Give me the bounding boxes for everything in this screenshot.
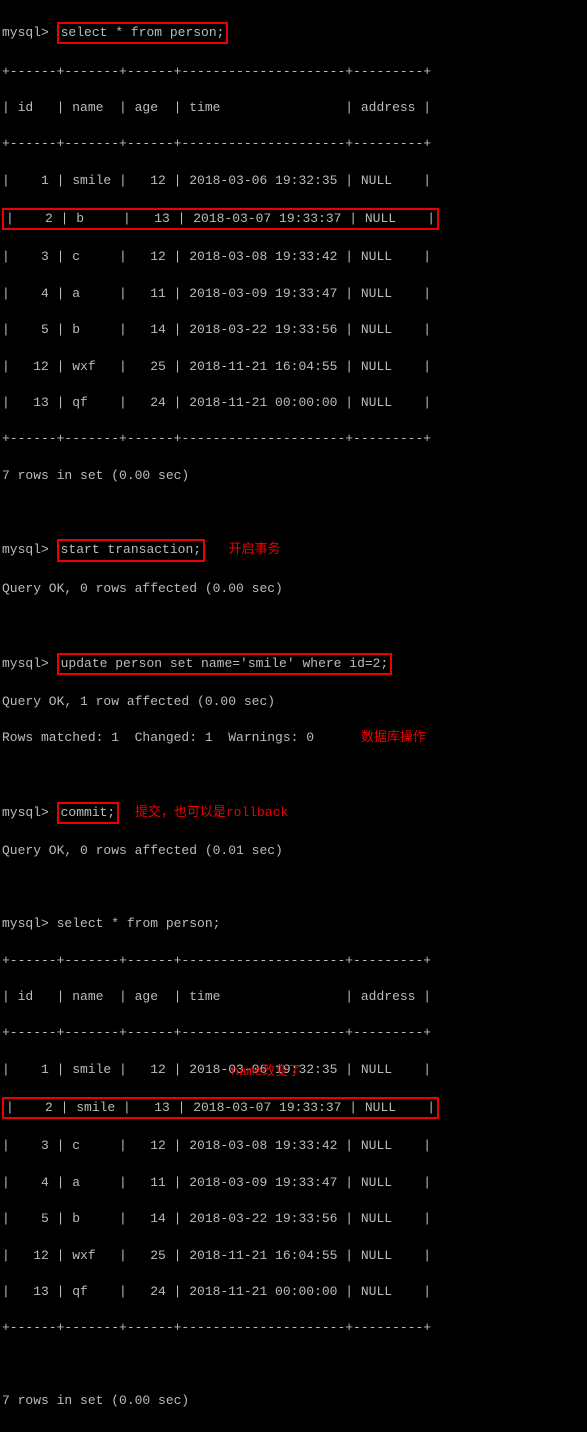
commit-command: commit; — [57, 802, 120, 824]
table-row: | 13 | qf | 24 | 2018-11-21 00:00:00 | N… — [2, 394, 585, 412]
highlighted-row: | 2 | b | 13 | 2018-03-07 19:33:37 | NUL… — [2, 208, 439, 230]
mysql-prompt: mysql> — [2, 542, 49, 557]
table-row: | 3 | c | 12 | 2018-03-08 19:33:42 | NUL… — [2, 248, 585, 266]
table-border: +------+-------+------+-----------------… — [2, 135, 585, 153]
table-row: | 12 | wxf | 25 | 2018-11-21 16:04:55 | … — [2, 358, 585, 376]
table-row: | 4 | a | 11 | 2018-03-09 19:33:47 | NUL… — [2, 285, 585, 303]
terminal-output: mysql> select * from person; +------+---… — [0, 0, 587, 1432]
table-row: | 13 | qf | 24 | 2018-11-21 00:00:00 | N… — [2, 1283, 585, 1301]
table-row: | 1 | smile | 12 | 2018-03-06 19:32:35 |… — [2, 1062, 431, 1077]
mysql-prompt: mysql> — [2, 656, 49, 671]
mysql-prompt: mysql> — [2, 25, 49, 40]
table-row: | 3 | c | 12 | 2018-03-08 19:33:42 | NUL… — [2, 1137, 585, 1155]
annotation-open-tx: 开启事务 — [228, 541, 280, 559]
select-command-2: select * from person; — [57, 916, 221, 931]
mysql-prompt: mysql> — [2, 916, 49, 931]
query-ok: Query OK, 0 rows affected (0.00 sec) — [2, 580, 585, 598]
table-border: +------+-------+------+-----------------… — [2, 1319, 585, 1337]
table-header: | id | name | age | time | address | — [2, 988, 585, 1006]
table-row: | 12 | wxf | 25 | 2018-11-21 16:04:55 | … — [2, 1247, 585, 1265]
table-row: | 5 | b | 14 | 2018-03-22 19:33:56 | NUL… — [2, 1210, 585, 1228]
annotation-db-op: 数据库操作 — [361, 729, 426, 747]
table-border: +------+-------+------+-----------------… — [2, 952, 585, 970]
table-border: +------+-------+------+-----------------… — [2, 1024, 585, 1042]
rows-in-set: 7 rows in set (0.00 sec) — [2, 1392, 585, 1410]
table-border: +------+-------+------+-----------------… — [2, 63, 585, 81]
mysql-prompt: mysql> — [2, 805, 49, 820]
table-header: | id | name | age | time | address | — [2, 99, 585, 117]
table-row: | 4 | a | 11 | 2018-03-09 19:33:47 | NUL… — [2, 1174, 585, 1192]
table-row: | 5 | b | 14 | 2018-03-22 19:33:56 | NUL… — [2, 321, 585, 339]
rows-in-set: 7 rows in set (0.00 sec) — [2, 467, 585, 485]
start-transaction-command: start transaction; — [57, 539, 205, 561]
table-border: +------+-------+------+-----------------… — [2, 430, 585, 448]
query-ok: Query OK, 1 row affected (0.00 sec) — [2, 693, 585, 711]
highlighted-row: | 2 | smile | 13 | 2018-03-07 19:33:37 |… — [2, 1097, 439, 1119]
table-row: | 1 | smile | 12 | 2018-03-06 19:32:35 |… — [2, 172, 585, 190]
annotation-name-changed: name改变了 — [231, 1063, 301, 1081]
query-ok: Query OK, 0 rows affected (0.01 sec) — [2, 842, 585, 860]
rows-matched: Rows matched: 1 Changed: 1 Warnings: 0 — [2, 730, 314, 745]
update-command: update person set name='smile' where id=… — [57, 653, 393, 675]
annotation-commit: 提交，也可以是rollback — [135, 804, 288, 822]
select-command-1: select * from person; — [57, 22, 229, 44]
